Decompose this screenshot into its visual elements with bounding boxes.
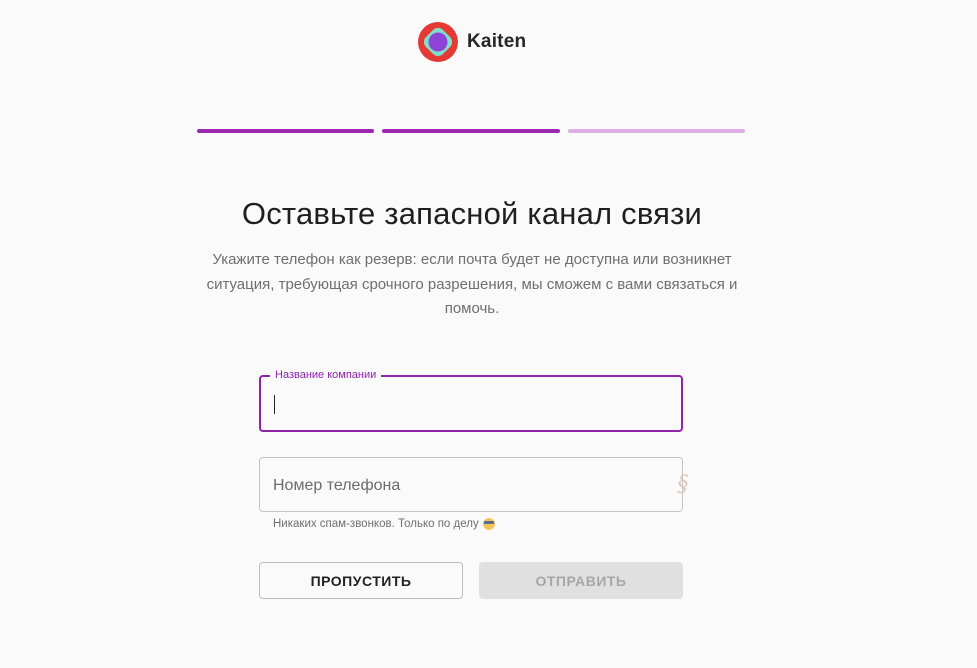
phone-field[interactable]: Номер телефона §: [259, 457, 689, 512]
onboarding-page: Kaiten Оставьте запасной канал связи Ука…: [0, 0, 977, 668]
progress-step-1: [197, 129, 375, 133]
kaiten-logo-icon: [418, 22, 458, 62]
phone-helper: Никаких спам-звонков. Только по делу: [273, 516, 495, 532]
autofill-key-icon[interactable]: §: [672, 471, 694, 499]
progress-step-3: [567, 129, 745, 133]
progress-step-2: [382, 129, 560, 133]
page-subtitle: Укажите телефон как резерв: если почта б…: [206, 251, 738, 317]
brand-header: Kaiten: [417, 21, 526, 63]
skip-button[interactable]: Пропустить: [259, 562, 463, 599]
step-progress: [197, 129, 745, 133]
sunglasses-emoji-icon: [482, 518, 495, 530]
phone-helper-text: Никаких спам-звонков. Только по делу: [273, 518, 479, 530]
company-name-field[interactable]: Название компании: [259, 368, 683, 432]
text-cursor: [274, 395, 275, 414]
submit-button[interactable]: Отправить: [479, 562, 683, 599]
brand-name: Kaiten: [467, 31, 527, 52]
page-title: Оставьте запасной канал связи: [241, 196, 703, 231]
phone-placeholder: Номер телефона: [273, 477, 401, 494]
company-name-input[interactable]: [273, 377, 641, 430]
